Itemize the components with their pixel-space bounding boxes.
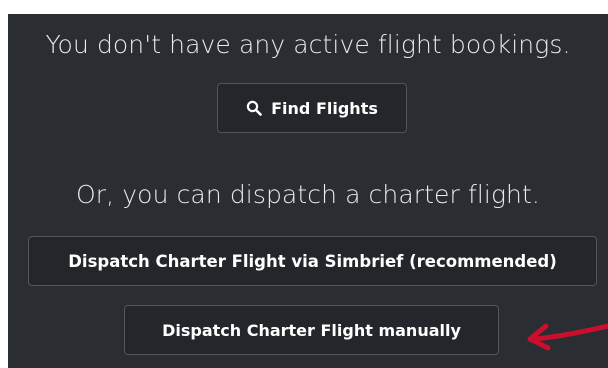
dispatch-simbrief-label: Dispatch Charter Flight via Simbrief (re… <box>68 251 557 271</box>
find-flights-label: Find Flights <box>271 98 378 118</box>
dispatch-manual-label: Dispatch Charter Flight manually <box>162 320 461 340</box>
dispatch-simbrief-button[interactable]: Dispatch Charter Flight via Simbrief (re… <box>28 236 597 286</box>
red-arrow-icon <box>527 323 608 351</box>
find-flights-button[interactable]: Find Flights <box>217 83 407 133</box>
dispatch-manual-button[interactable]: Dispatch Charter Flight manually <box>124 305 499 355</box>
search-icon <box>246 100 262 116</box>
charter-prompt-message: Or, you can dispatch a charter flight. <box>76 180 540 209</box>
no-bookings-message: You don't have any active flight booking… <box>45 30 571 59</box>
flight-bookings-panel: You don't have any active flight booking… <box>8 14 608 368</box>
